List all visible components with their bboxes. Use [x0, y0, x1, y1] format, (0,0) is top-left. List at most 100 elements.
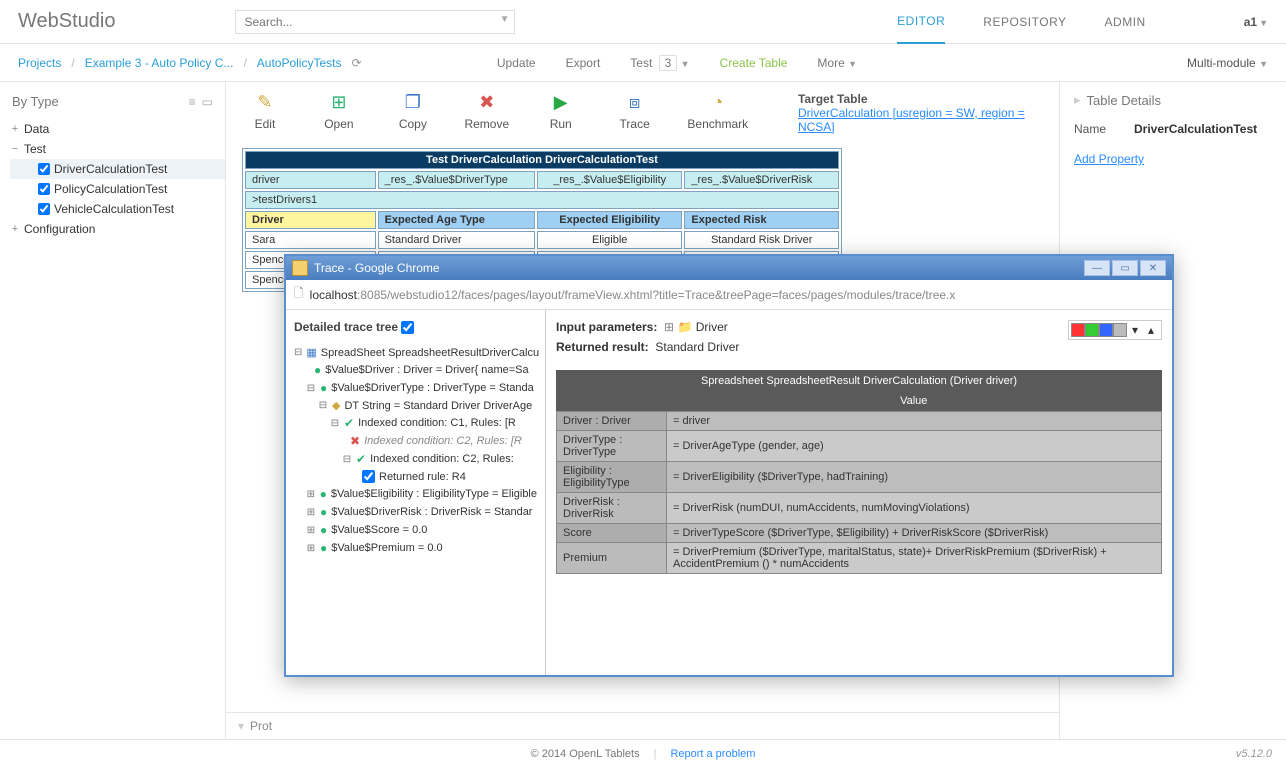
minimize-button[interactable]: —	[1084, 260, 1110, 276]
expand-icon[interactable]: ⊞	[306, 489, 316, 500]
tree-policy-test[interactable]: PolicyCalculationTest	[10, 179, 225, 199]
copy-button[interactable]: ❐Copy	[390, 92, 436, 131]
cell[interactable]: >testDrivers1	[245, 191, 839, 209]
update-action[interactable]: Update	[497, 56, 536, 70]
col-blank	[557, 391, 667, 412]
trace-node[interactable]: ⊞●$Value$Eligibility : EligibilityType =…	[294, 485, 537, 503]
cell[interactable]: Standard Risk Driver	[684, 231, 839, 249]
tree-vehicle-test[interactable]: VehicleCalculationTest	[10, 199, 225, 219]
chevron-up-icon[interactable]: ▴	[1143, 323, 1159, 337]
crumb-sep: /	[243, 56, 246, 70]
user-menu[interactable]: a1▼	[1244, 15, 1268, 29]
expand-icon[interactable]: ⊞	[306, 507, 316, 518]
trace-node[interactable]: Returned rule: R4	[294, 468, 537, 485]
expand-icon[interactable]: ⊞	[306, 543, 316, 554]
close-button[interactable]: ✕	[1140, 260, 1166, 276]
checkbox[interactable]	[38, 163, 50, 175]
cell[interactable]: _res_.$Value$DriverRisk	[684, 171, 839, 189]
create-table-action[interactable]: Create Table	[720, 56, 788, 70]
trace-node[interactable]: ●$Value$Driver : Driver = Driver{ name=S…	[294, 361, 537, 379]
trace-node[interactable]: ⊟▦SpreadSheet SpreadsheetResultDriverCal…	[294, 344, 537, 361]
expand-icon[interactable]: +	[10, 223, 20, 235]
edit-button[interactable]: ✎Edit	[242, 92, 288, 131]
tree-driver-test[interactable]: DriverCalculationTest	[10, 159, 225, 179]
tab-editor[interactable]: EDITOR	[897, 0, 945, 44]
checkbox[interactable]	[362, 470, 375, 483]
by-type-header: By Type	[12, 94, 59, 109]
cell[interactable]: driver	[245, 171, 376, 189]
green-swatch[interactable]	[1085, 323, 1099, 337]
dot-icon: ●	[320, 381, 327, 395]
expand-icon[interactable]: ⊞	[664, 320, 674, 334]
panel-icon[interactable]: ▭	[202, 95, 213, 109]
crumb-projects[interactable]: Projects	[18, 56, 61, 70]
trace-node[interactable]: ⊞●$Value$DriverRisk : DriverRisk = Stand…	[294, 503, 537, 521]
multi-module-menu[interactable]: Multi-module ▼	[1187, 56, 1268, 70]
col-header[interactable]: Expected Eligibility	[537, 211, 682, 229]
collapse-icon[interactable]: ⊟	[294, 347, 302, 358]
expand-icon[interactable]: +	[10, 123, 20, 135]
chevron-down-icon[interactable]: ▾	[1127, 323, 1143, 337]
node-label: Returned rule: R4	[379, 471, 466, 483]
trace-node[interactable]: ✖Indexed condition: C2, Rules: [R	[294, 432, 537, 450]
name-value: DriverCalculationTest	[1134, 122, 1257, 136]
col-header[interactable]: Expected Age Type	[378, 211, 535, 229]
cell[interactable]: _res_.$Value$Eligibility	[537, 171, 682, 189]
chevron-down-icon[interactable]: ▼	[500, 14, 510, 25]
grey-swatch[interactable]	[1113, 323, 1127, 337]
maximize-button[interactable]: ▭	[1112, 260, 1138, 276]
refresh-icon[interactable]: ⟳	[351, 56, 361, 70]
collapse-icon[interactable]: ▸	[1074, 92, 1081, 108]
trace-node[interactable]: ⊟◆DT String = Standard Driver DriverAge	[294, 397, 537, 414]
tree-config[interactable]: +Configuration	[10, 219, 225, 239]
collapse-icon[interactable]: ⊟	[342, 454, 352, 465]
trace-node[interactable]: ⊟●$Value$DriverType : DriverType = Stand…	[294, 379, 537, 397]
chevron-down-icon: ▼	[681, 59, 690, 69]
add-property-link[interactable]: Add Property	[1074, 152, 1144, 166]
checkbox[interactable]	[38, 203, 50, 215]
search-input[interactable]	[235, 10, 515, 34]
cell[interactable]: _res_.$Value$DriverType	[378, 171, 535, 189]
col-header[interactable]: Expected Risk	[684, 211, 839, 229]
collapse-icon[interactable]: ⊟	[318, 400, 328, 411]
copy-icon: ❐	[405, 92, 421, 113]
report-problem-link[interactable]: Report a problem	[670, 748, 755, 760]
blue-swatch[interactable]	[1099, 323, 1113, 337]
dot-icon: ●	[314, 363, 321, 377]
cell[interactable]: Eligible	[537, 231, 682, 249]
col-header[interactable]: Driver	[245, 211, 376, 229]
crumb-example[interactable]: Example 3 - Auto Policy C...	[85, 56, 234, 70]
trace-tree-checkbox[interactable]	[401, 321, 414, 334]
tab-repository[interactable]: REPOSITORY	[983, 1, 1066, 43]
trace-node[interactable]: ⊟✔Indexed condition: C1, Rules: [R	[294, 414, 537, 432]
tree-test[interactable]: −Test	[10, 139, 225, 159]
trace-icon: ⧈	[629, 92, 640, 113]
collapse-icon[interactable]: −	[10, 143, 20, 155]
trace-node[interactable]: ⊞●$Value$Score = 0.0	[294, 521, 537, 539]
list-icon[interactable]: ≡	[189, 95, 196, 109]
cell[interactable]: Sara	[245, 231, 376, 249]
expand-icon[interactable]: ⊞	[306, 525, 316, 536]
tab-admin[interactable]: ADMIN	[1105, 1, 1146, 43]
open-button[interactable]: ⊞Open	[316, 92, 362, 131]
collapse-icon[interactable]: ⊟	[330, 418, 340, 429]
trace-node[interactable]: ⊞●$Value$Premium = 0.0	[294, 539, 537, 557]
red-swatch[interactable]	[1071, 323, 1085, 337]
chevron-down-icon[interactable]: ▾	[238, 719, 244, 733]
bench-button[interactable]: ◔Benchmark	[686, 92, 750, 131]
run-button[interactable]: ▶Run	[538, 92, 584, 131]
trace-node[interactable]: ⊟✔Indexed condition: C2, Rules:	[294, 450, 537, 468]
trace-button[interactable]: ⧈Trace	[612, 92, 658, 131]
target-table-link[interactable]: DriverCalculation [usregion = SW, region…	[798, 106, 1025, 134]
test-action[interactable]: Test 3 ▼	[630, 56, 689, 70]
remove-button[interactable]: ✖Remove	[464, 92, 510, 131]
collapse-icon[interactable]: ⊟	[306, 383, 316, 394]
tree-data[interactable]: +Data	[10, 119, 225, 139]
url-bar[interactable]: 🗋 localhost:8085/webstudio12/faces/pages…	[286, 280, 1172, 310]
crumb-tests[interactable]: AutoPolicyTests	[257, 56, 342, 70]
checkbox[interactable]	[38, 183, 50, 195]
window-titlebar[interactable]: Trace - Google Chrome — ▭ ✕	[286, 256, 1172, 280]
cell[interactable]: Standard Driver	[378, 231, 535, 249]
more-action[interactable]: More ▼	[817, 56, 857, 70]
export-action[interactable]: Export	[566, 56, 601, 70]
